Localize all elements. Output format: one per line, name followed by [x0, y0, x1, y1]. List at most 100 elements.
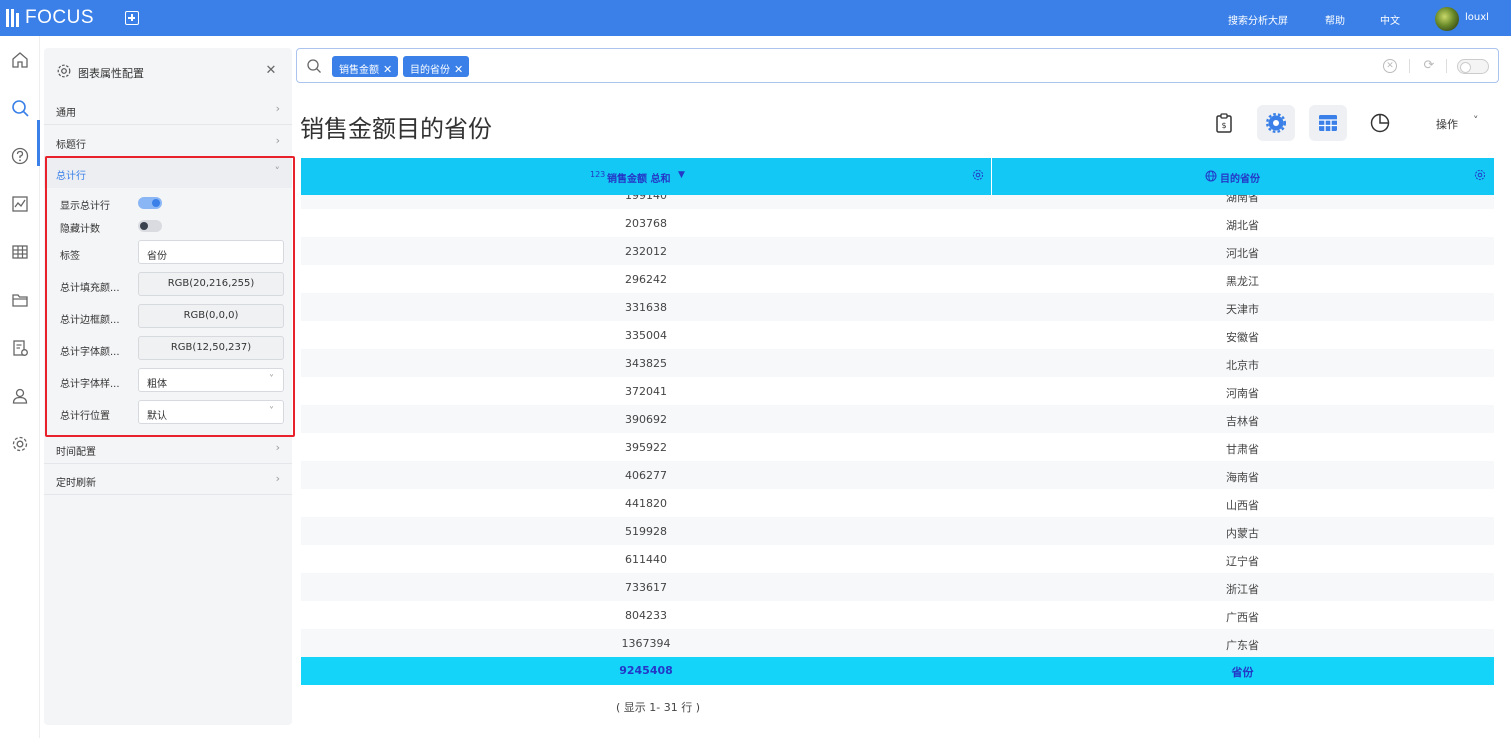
table-cell: 天津市	[1226, 303, 1259, 316]
search-bar[interactable]: 销售金额 ✕ 目的省份 ✕ ✕ ⟳	[296, 48, 1499, 83]
table-row[interactable]: 372041 河南省	[301, 377, 1494, 405]
table-cell: 广东省	[1226, 639, 1259, 652]
table-row[interactable]: 395922 甘肃省	[301, 433, 1494, 461]
table-cell: 519928	[625, 525, 667, 538]
table-cell: 甘肃省	[1226, 443, 1259, 456]
table-cell: 山西省	[1226, 499, 1259, 512]
table-cell: 广西省	[1226, 611, 1259, 624]
panel-header: 图表属性配置 ✕	[44, 48, 292, 92]
chevron-right-icon: ›	[275, 441, 280, 454]
divider	[1446, 59, 1447, 73]
table-row[interactable]: 441820 山西省	[301, 489, 1494, 517]
language-link[interactable]: 中文	[1380, 12, 1400, 27]
section-label: 定时刷新	[56, 478, 96, 489]
table-row[interactable]: 203768 湖北省	[301, 209, 1494, 237]
table-icon[interactable]	[10, 242, 30, 262]
column-gear-icon[interactable]	[972, 169, 984, 181]
table-row[interactable]: 232012 河北省	[301, 237, 1494, 265]
table-cell: 390692	[625, 413, 667, 426]
search-chip[interactable]: 目的省份 ✕	[403, 56, 470, 77]
chevron-down-icon[interactable]: ˅	[1473, 114, 1479, 127]
table-cell: 199140	[625, 195, 667, 202]
table-cell: 804233	[625, 609, 667, 622]
column-header-sales[interactable]: 123 销售金额 总和 ▼	[301, 158, 991, 195]
pie-chart-button[interactable]	[1361, 105, 1399, 141]
clipboard-button[interactable]: $	[1205, 105, 1243, 141]
table-cell: 湖北省	[1226, 219, 1259, 232]
chart-trend-icon[interactable]	[10, 194, 30, 214]
table-row[interactable]: 1367394 广东省	[301, 629, 1494, 657]
table-cell: 1367394	[621, 637, 671, 650]
table-row[interactable]: 519928 内蒙古	[301, 517, 1494, 545]
section-time-config[interactable]: 时间配置 ›	[44, 433, 292, 464]
settings-icon[interactable]	[10, 434, 30, 454]
table-cell: 内蒙古	[1226, 527, 1259, 540]
gear-icon	[1266, 113, 1286, 133]
table-cell: 吉林省	[1226, 415, 1259, 428]
table-cell: 浙江省	[1226, 583, 1259, 596]
table-row[interactable]: 335004 安徽省	[301, 321, 1494, 349]
table-cell: 北京市	[1226, 359, 1259, 372]
svg-text:$: $	[1221, 121, 1226, 130]
chevron-right-icon: ›	[275, 472, 280, 485]
chip-remove-icon[interactable]: ✕	[383, 63, 392, 76]
avatar[interactable]	[1435, 7, 1459, 31]
table-row[interactable]: 733617 浙江省	[301, 573, 1494, 601]
search-dashboard-link[interactable]: 搜索分析大屏	[1228, 12, 1288, 27]
help-icon[interactable]	[10, 146, 30, 166]
table-cell: 安徽省	[1226, 331, 1259, 344]
table-cell: 406277	[625, 469, 667, 482]
column-gear-icon[interactable]	[1474, 169, 1486, 181]
logo-mark-icon	[6, 9, 19, 27]
section-title-row[interactable]: 标题行 ›	[44, 126, 292, 157]
table-row[interactable]: 804233 广西省	[301, 601, 1494, 629]
table-cell: 河南省	[1226, 387, 1259, 400]
home-icon[interactable]	[10, 50, 30, 70]
username[interactable]: louxl	[1465, 12, 1489, 23]
table-row[interactable]: 611440 辽宁省	[301, 545, 1494, 573]
total-row[interactable]: 9245408 省份	[301, 657, 1494, 685]
search-chip[interactable]: 销售金额 ✕	[332, 56, 399, 77]
focus-logo[interactable]: FOCUS	[6, 7, 94, 29]
folder-icon[interactable]	[10, 290, 30, 310]
section-scheduled-refresh[interactable]: 定时刷新 ›	[44, 464, 292, 495]
table-row[interactable]: 406277 海南省	[301, 461, 1494, 489]
chip-remove-icon[interactable]: ✕	[454, 63, 463, 76]
table-body: 199140 湖南省 203768 湖北省 232012 河北省 296242 黑龙江…	[301, 195, 1494, 657]
chip-label: 目的省份	[410, 65, 450, 76]
sort-desc-icon[interactable]: ▼	[678, 170, 685, 180]
table-row[interactable]: 343825 北京市	[301, 349, 1494, 377]
chip-label: 销售金额	[339, 65, 379, 76]
table-row[interactable]: 296242 黑龙江	[301, 265, 1494, 293]
new-tab-plus-icon[interactable]	[125, 11, 139, 25]
operations-menu[interactable]: 操作	[1436, 116, 1458, 132]
clipboard-icon: $	[1216, 113, 1232, 133]
table-view-button[interactable]	[1309, 105, 1347, 141]
table-cell: 733617	[625, 581, 667, 594]
section-general[interactable]: 通用 ›	[44, 94, 292, 125]
total-value: 9245408	[619, 664, 673, 677]
table-row[interactable]: 199140 湖南省	[301, 195, 1494, 209]
row-count-status: ( 显示 1- 31 行 )	[616, 701, 701, 714]
column-header-province[interactable]: 目的省份	[992, 158, 1494, 195]
search-icon[interactable]	[10, 98, 30, 118]
table-cell: 海南省	[1226, 471, 1259, 484]
logo-text: FOCUS	[25, 7, 94, 28]
table-cell: 232012	[625, 245, 667, 258]
table-cell: 辽宁省	[1226, 555, 1259, 568]
table-cell: 331638	[625, 301, 667, 314]
table-row[interactable]: 390692 吉林省	[301, 405, 1494, 433]
table-cell: 335004	[625, 329, 667, 342]
chart-settings-button[interactable]	[1257, 105, 1295, 141]
report-settings-icon[interactable]	[10, 338, 30, 358]
left-nav	[0, 36, 40, 738]
user-icon[interactable]	[10, 386, 30, 406]
close-icon[interactable]: ✕	[264, 64, 278, 78]
globe-icon	[1205, 170, 1217, 182]
clear-icon[interactable]: ✕	[1383, 59, 1397, 73]
help-link[interactable]: 帮助	[1325, 12, 1345, 27]
table-row[interactable]: 331638 天津市	[301, 293, 1494, 321]
search-mode-toggle[interactable]	[1457, 59, 1489, 74]
highlight-box	[45, 156, 295, 437]
refresh-icon[interactable]: ⟳	[1421, 58, 1437, 74]
